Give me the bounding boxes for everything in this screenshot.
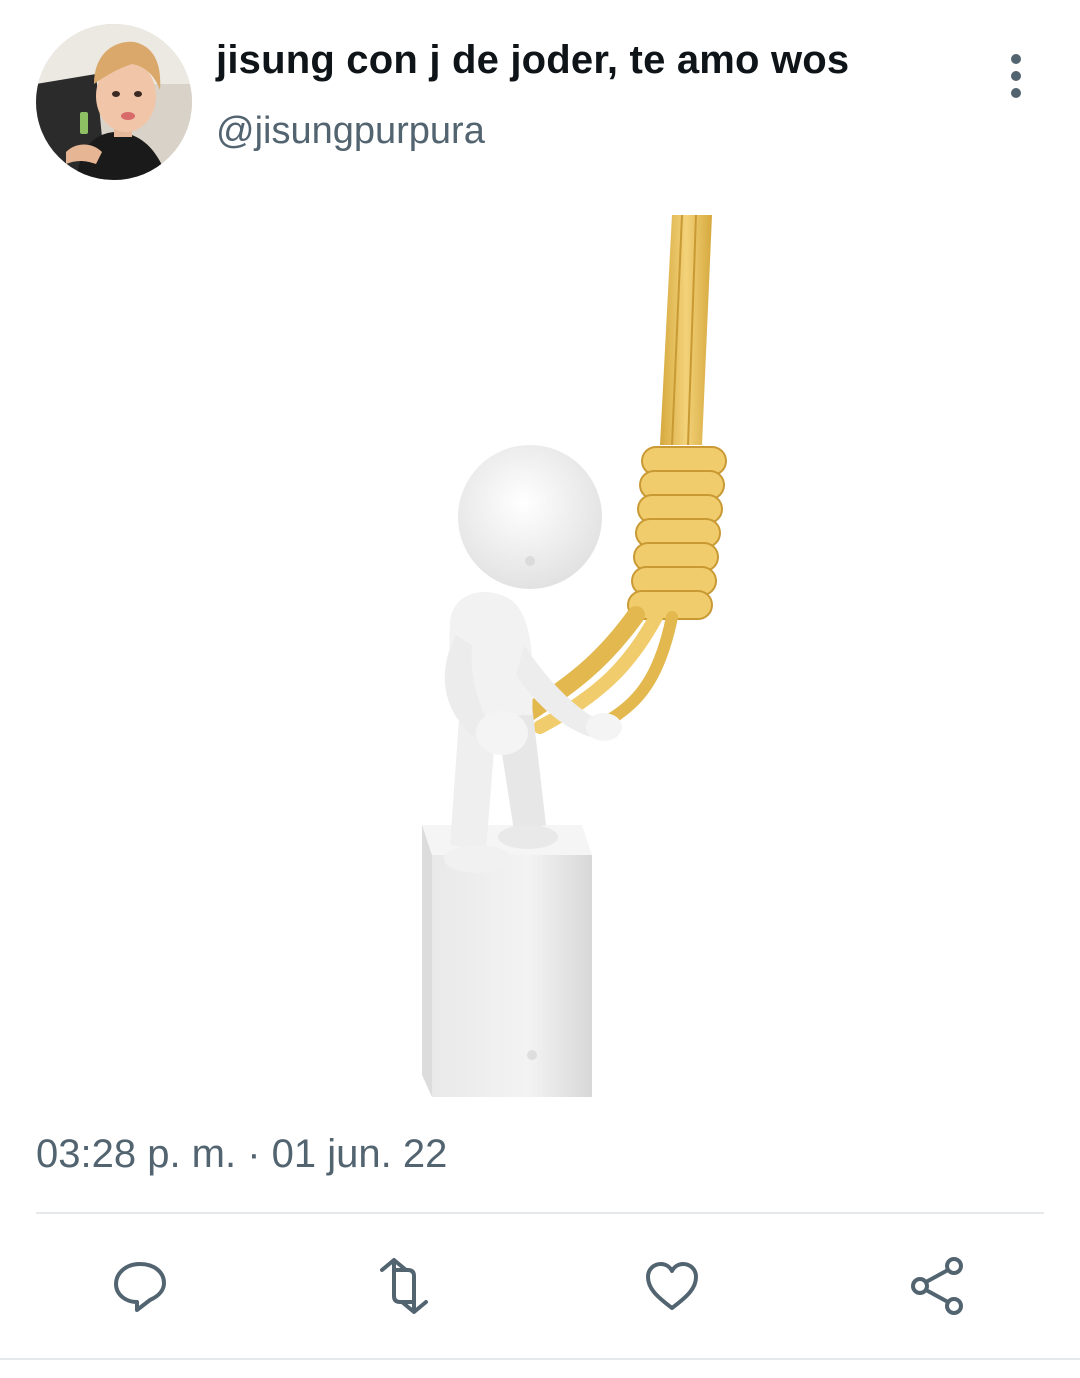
author-display-name[interactable]: jisung con j de joder, te amo wos [216, 38, 849, 83]
divider [36, 1212, 1044, 1214]
share-button[interactable] [906, 1254, 970, 1318]
tweet-actions-bar [0, 1240, 1080, 1330]
like-button[interactable] [640, 1254, 704, 1318]
bottom-divider [0, 1358, 1080, 1360]
retweet-button[interactable] [372, 1254, 436, 1318]
reply-button[interactable] [108, 1254, 172, 1318]
share-icon [911, 1257, 963, 1315]
heart-icon [646, 1262, 698, 1310]
tweet-media-image[interactable] [300, 205, 820, 1105]
more-dot-icon [1011, 88, 1021, 98]
more-dot-icon [1011, 54, 1021, 64]
author-handle[interactable]: @jisungpurpura [216, 110, 485, 153]
reply-icon [114, 1262, 166, 1312]
retweet-icon [380, 1258, 428, 1314]
more-dot-icon [1011, 71, 1021, 81]
more-options-button[interactable] [994, 48, 1038, 104]
tweet-timestamp[interactable]: 03:28 p. m. · 01 jun. 22 [36, 1132, 447, 1177]
author-avatar[interactable] [36, 24, 192, 180]
tweet-header: jisung con j de joder, te amo wos @jisun… [0, 0, 1080, 200]
